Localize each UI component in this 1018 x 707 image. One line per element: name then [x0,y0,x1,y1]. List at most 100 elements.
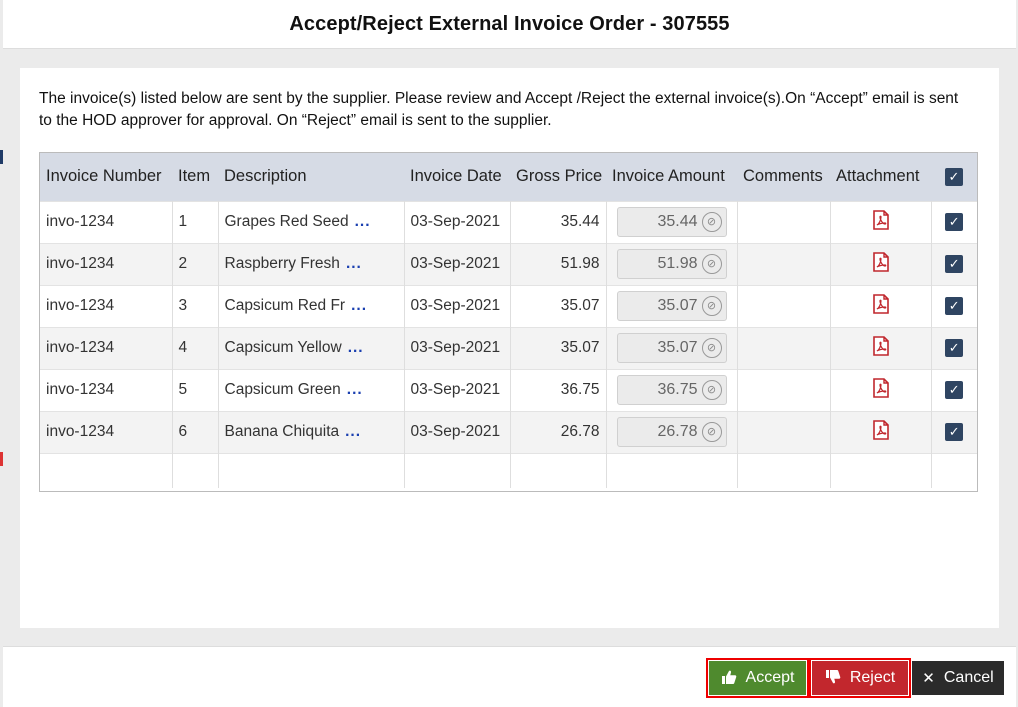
col-header-attachment[interactable]: Attachment [830,153,931,201]
more-details-link[interactable]: ... [348,339,364,356]
invoice-amount-input[interactable]: 51.98 ⊘ [616,249,727,279]
col-header-comments[interactable]: Comments [737,153,830,201]
more-details-link[interactable]: ... [351,297,367,314]
cell-attachment [830,410,932,453]
invoice-amount-value: 26.78 [657,423,698,440]
description-text: Grapes Red Seed [224,213,349,230]
cell-invoice-date: 03-Sep-2021 [404,368,511,411]
col-header-item[interactable]: Item [172,153,218,201]
description-text: Capsicum Green [224,381,341,398]
cell-comments[interactable] [737,200,831,243]
cell-invoice-date: 03-Sep-2021 [404,410,511,453]
empty-cell [737,452,831,488]
table-row[interactable]: invo-1234 1 Grapes Red Seed... 03-Sep-2021 3… [40,200,977,243]
more-details-link[interactable]: ... [347,381,363,398]
invoice-amount-input[interactable]: 35.07 ⊘ [616,333,727,363]
cancel-button[interactable]: ✕ Cancel [912,661,1004,695]
thumbs-down-icon [825,669,841,688]
cell-comments[interactable] [737,410,831,453]
empty-row [40,452,977,488]
row-checkbox[interactable]: ✓ [945,380,964,399]
cell-comments[interactable] [737,326,831,369]
col-header-gross-price[interactable]: Gross Price [510,153,606,201]
col-header-invoice-amount[interactable]: Invoice Amount [606,153,737,201]
cell-select: ✓ [931,326,977,369]
select-all-checkbox[interactable]: ✓ [945,167,963,186]
pdf-icon[interactable] [872,419,889,444]
invoice-amount-value: 35.07 [657,297,698,314]
cancel-label: Cancel [943,669,994,686]
clear-circle-icon[interactable]: ⊘ [701,254,722,274]
table-row[interactable]: invo-1234 6 Banana Chiquita... 03-Sep-2021 2… [40,410,977,453]
dialog-header: Accept/Reject External Invoice Order - 3… [3,0,1016,49]
cell-invoice-amount: 51.98 ⊘ [606,242,738,285]
more-details-link[interactable]: ... [345,423,361,440]
cell-item: 1 [172,200,219,243]
close-icon: ✕ [922,669,935,687]
more-details-link[interactable]: ... [355,213,371,230]
more-details-link[interactable]: ... [346,255,362,272]
invoice-grid: Invoice Number Item Description Invoice … [39,152,978,492]
empty-cell [510,452,607,488]
dialog-footer: Accept Reject ✕ Cancel [3,646,1016,707]
row-checkbox[interactable]: ✓ [945,212,964,231]
table-row[interactable]: invo-1234 3 Capsicum Red Fr... 03-Sep-2021 3… [40,284,977,327]
cell-attachment [830,326,932,369]
pdf-icon[interactable] [872,251,889,276]
cell-invoice-amount: 35.07 ⊘ [606,326,738,369]
cell-attachment [830,284,932,327]
pdf-icon[interactable] [872,335,889,360]
clear-circle-icon[interactable]: ⊘ [701,380,722,400]
clear-circle-icon[interactable]: ⊘ [701,338,722,358]
description-text: Capsicum Yellow [224,339,342,356]
empty-cell [830,452,932,488]
clear-circle-icon[interactable]: ⊘ [701,212,722,232]
pdf-icon[interactable] [872,293,889,318]
invoice-amount-input[interactable]: 26.78 ⊘ [616,417,727,447]
row-checkbox[interactable]: ✓ [945,338,964,357]
empty-cell [931,452,977,488]
cell-invoice-number: invo-1234 [40,368,173,411]
cell-gross-price: 35.07 [510,284,607,327]
cell-invoice-number: invo-1234 [40,242,173,285]
cell-description: Capsicum Yellow... [218,326,405,369]
col-header-description[interactable]: Description [218,153,404,201]
row-checkbox[interactable]: ✓ [945,254,964,273]
cell-select: ✓ [931,200,977,243]
description-text: Banana Chiquita [224,423,340,440]
cell-invoice-amount: 35.07 ⊘ [606,284,738,327]
table-row[interactable]: invo-1234 2 Raspberry Fresh... 03-Sep-2021 5… [40,242,977,285]
col-header-invoice-number[interactable]: Invoice Number [40,153,172,201]
invoice-amount-input[interactable]: 35.44 ⊘ [616,207,727,237]
cell-invoice-amount: 26.78 ⊘ [606,410,738,453]
pdf-icon[interactable] [872,377,889,402]
cell-comments[interactable] [737,284,831,327]
cell-item: 4 [172,326,219,369]
empty-cell [606,452,738,488]
invoice-dialog: Accept/Reject External Invoice Order - 3… [3,0,1018,707]
table-row[interactable]: invo-1234 4 Capsicum Yellow... 03-Sep-2021 3… [40,326,977,369]
row-checkbox[interactable]: ✓ [945,296,964,315]
table-row[interactable]: invo-1234 5 Capsicum Green... 03-Sep-2021 36… [40,368,977,411]
col-header-invoice-date[interactable]: Invoice Date [404,153,510,201]
invoice-amount-input[interactable]: 36.75 ⊘ [616,375,727,405]
cell-invoice-number: invo-1234 [40,200,173,243]
cell-description: Capsicum Green... [218,368,405,411]
dialog-content: The invoice(s) listed below are sent by … [20,68,999,628]
cell-item: 3 [172,284,219,327]
pdf-icon[interactable] [872,209,889,234]
invoice-amount-input[interactable]: 35.07 ⊘ [616,291,727,321]
accept-label: Accept [745,669,795,686]
accept-button[interactable]: Accept [706,658,809,698]
cell-invoice-number: invo-1234 [40,284,173,327]
cell-description: Grapes Red Seed... [218,200,405,243]
invoice-amount-value: 51.98 [657,255,698,272]
cell-comments[interactable] [737,368,831,411]
clear-circle-icon[interactable]: ⊘ [701,296,722,316]
cell-comments[interactable] [737,242,831,285]
cell-description: Banana Chiquita... [218,410,405,453]
invoice-amount-value: 35.07 [657,339,698,356]
reject-button[interactable]: Reject [809,658,911,698]
clear-circle-icon[interactable]: ⊘ [701,422,722,442]
row-checkbox[interactable]: ✓ [945,422,964,441]
